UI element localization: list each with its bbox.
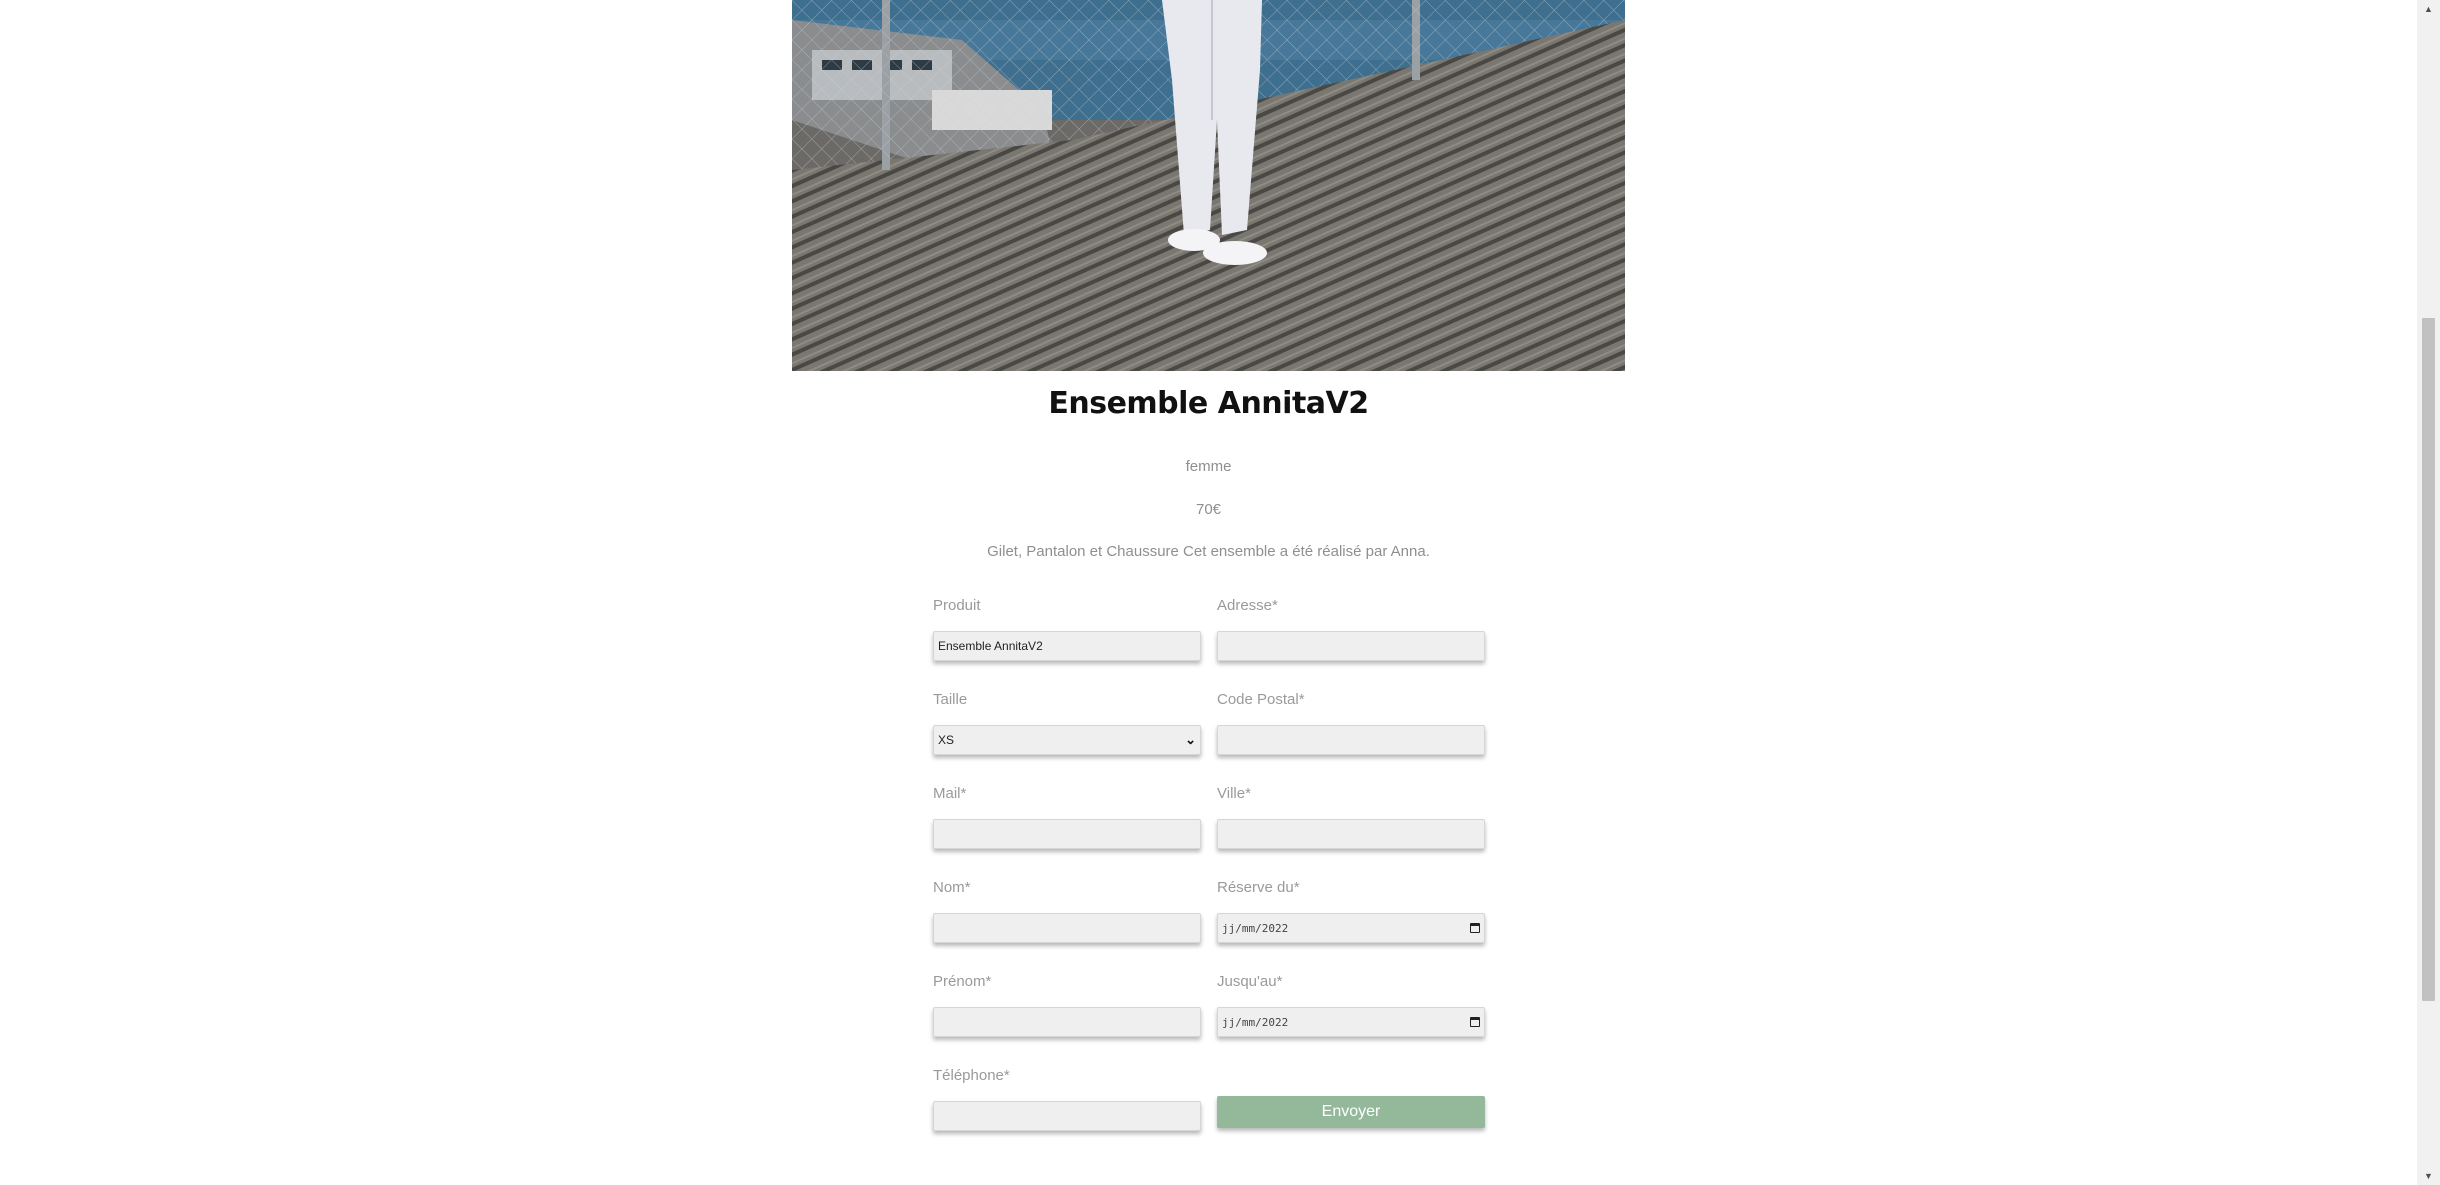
code-postal-field[interactable]	[1217, 725, 1485, 755]
produit-field[interactable]: Ensemble AnnitaV2	[933, 631, 1201, 661]
scrollbar-thumb[interactable]	[2422, 318, 2435, 1001]
adresse-label: Adresse*	[1217, 597, 1278, 614]
mail-label: Mail*	[933, 785, 967, 802]
nom-field[interactable]	[933, 913, 1201, 943]
reserve-du-value: jj/mm/2022	[1222, 921, 1289, 935]
taille-selected-value: XS	[938, 733, 955, 747]
scroll-down-arrow-icon[interactable]: ▼	[2417, 1167, 2440, 1185]
adresse-field[interactable]	[1217, 631, 1485, 661]
telephone-field[interactable]	[933, 1101, 1201, 1131]
envoyer-button[interactable]: Envoyer	[1217, 1096, 1485, 1128]
ville-label: Ville*	[1217, 785, 1251, 802]
product-price: 70€	[1195, 501, 1222, 518]
jusqu-au-value: jj/mm/2022	[1222, 1015, 1289, 1029]
jusqu-au-label: Jusqu'au*	[1217, 973, 1283, 990]
jusqu-au-date-field[interactable]: jj/mm/2022	[1217, 1007, 1485, 1037]
prenom-label: Prénom*	[933, 973, 992, 990]
product-category: femme	[1185, 458, 1232, 475]
ville-field[interactable]	[1217, 819, 1485, 849]
scroll-up-arrow-icon[interactable]: ▲	[2417, 0, 2440, 18]
product-description: Gilet, Pantalon et Chaussure Cet ensembl…	[987, 543, 1430, 560]
reserve-du-label: Réserve du*	[1217, 879, 1300, 896]
taille-select[interactable]: XS ⌄	[933, 725, 1201, 755]
reserve-du-date-field[interactable]: jj/mm/2022	[1217, 913, 1485, 943]
calendar-icon[interactable]	[1470, 1017, 1480, 1027]
product-photo	[792, 0, 1625, 371]
vertical-scrollbar[interactable]: ▲ ▼	[2417, 0, 2440, 1185]
calendar-icon[interactable]	[1470, 923, 1480, 933]
product-title: Ensemble AnnitaV2	[1048, 386, 1369, 421]
product-page: Ensemble AnnitaV2 femme 70€ Gilet, Panta…	[0, 0, 2440, 1185]
produit-value: Ensemble AnnitaV2	[938, 639, 1043, 653]
produit-label: Produit	[933, 597, 981, 614]
nom-label: Nom*	[933, 879, 971, 896]
chevron-down-icon: ⌄	[1185, 732, 1196, 747]
mail-field[interactable]	[933, 819, 1201, 849]
telephone-label: Téléphone*	[933, 1067, 1010, 1084]
prenom-field[interactable]	[933, 1007, 1201, 1037]
code-postal-label: Code Postal*	[1217, 691, 1305, 708]
taille-label: Taille	[933, 691, 968, 708]
